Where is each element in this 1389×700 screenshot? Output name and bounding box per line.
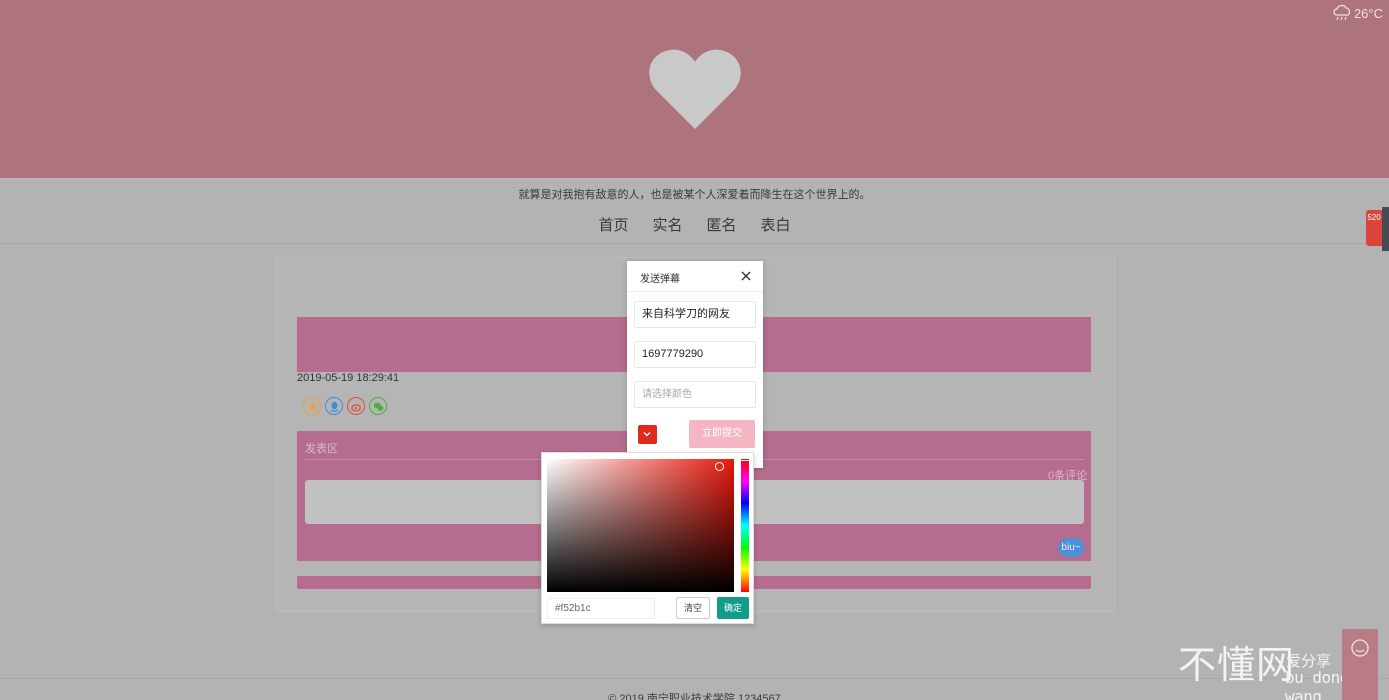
- color-picker: #f52b1c 清空 确定: [541, 452, 754, 624]
- comment-label: 发表区: [305, 443, 338, 455]
- weather-widget[interactable]: 26°C: [1332, 4, 1383, 22]
- nav-anonymous[interactable]: 匿名: [707, 214, 737, 235]
- cloud-rain-icon: [1333, 4, 1351, 21]
- smile-icon: [1351, 639, 1369, 657]
- share-bar: [303, 397, 387, 415]
- color-cursor[interactable]: [715, 462, 724, 471]
- submit-button[interactable]: 立即提交: [689, 420, 755, 448]
- weibo-icon[interactable]: [347, 397, 365, 415]
- main-nav: 首页 实名 匿名 表白: [0, 214, 1389, 235]
- back-to-top-button[interactable]: [1342, 667, 1378, 700]
- color-field[interactable]: 请选择颜色: [634, 381, 756, 408]
- site-motto: 就算是对我抱有敌意的人，也是被某个人深爱着而降生在这个世界上的。: [518, 189, 871, 201]
- hex-input[interactable]: #f52b1c: [547, 598, 655, 619]
- hero-banner: [0, 0, 1389, 178]
- chevron-down-icon: [643, 432, 651, 437]
- dialog-header: 发送弹幕: [627, 261, 763, 292]
- confirm-button[interactable]: 确定: [717, 597, 749, 619]
- nav-realname[interactable]: 实名: [652, 214, 682, 235]
- name-field[interactable]: 来自科学刀的网友: [634, 301, 756, 328]
- danmaku-dialog: 发送弹幕 来自科学刀的网友 1697779290 请选择颜色 立即提交: [627, 261, 763, 468]
- side-tag-520[interactable]: 520: [1366, 210, 1382, 246]
- qq-field[interactable]: 1697779290: [634, 341, 756, 368]
- watermark-logo: 不懂网: [1178, 645, 1296, 687]
- color-swatch-button[interactable]: [638, 425, 657, 444]
- qq-icon[interactable]: [325, 397, 343, 415]
- heart-icon: [649, 49, 741, 129]
- divider: [0, 178, 1389, 179]
- close-icon[interactable]: [739, 269, 753, 283]
- send-comment-button[interactable]: biu~: [1058, 538, 1084, 557]
- weather-temperature: 26°C: [1353, 5, 1383, 21]
- dialog-title: 发送弹幕: [640, 274, 680, 285]
- saturation-value-panel[interactable]: [547, 459, 734, 592]
- hue-slider[interactable]: [740, 457, 750, 592]
- nav-home[interactable]: 首页: [598, 214, 628, 235]
- hue-cursor[interactable]: [740, 457, 750, 461]
- clear-button[interactable]: 清空: [676, 597, 710, 619]
- feedback-button[interactable]: [1342, 629, 1378, 667]
- side-toolbar[interactable]: [1382, 207, 1389, 251]
- nav-confession[interactable]: 表白: [761, 214, 791, 235]
- qzone-icon[interactable]: [303, 397, 321, 415]
- post-date: 2019-05-19 18:29:41: [297, 372, 400, 384]
- wechat-icon[interactable]: [369, 397, 387, 415]
- footer-copyright: © 2019 南宁职业技术学院 1234567: [608, 693, 781, 700]
- divider: [0, 243, 1389, 244]
